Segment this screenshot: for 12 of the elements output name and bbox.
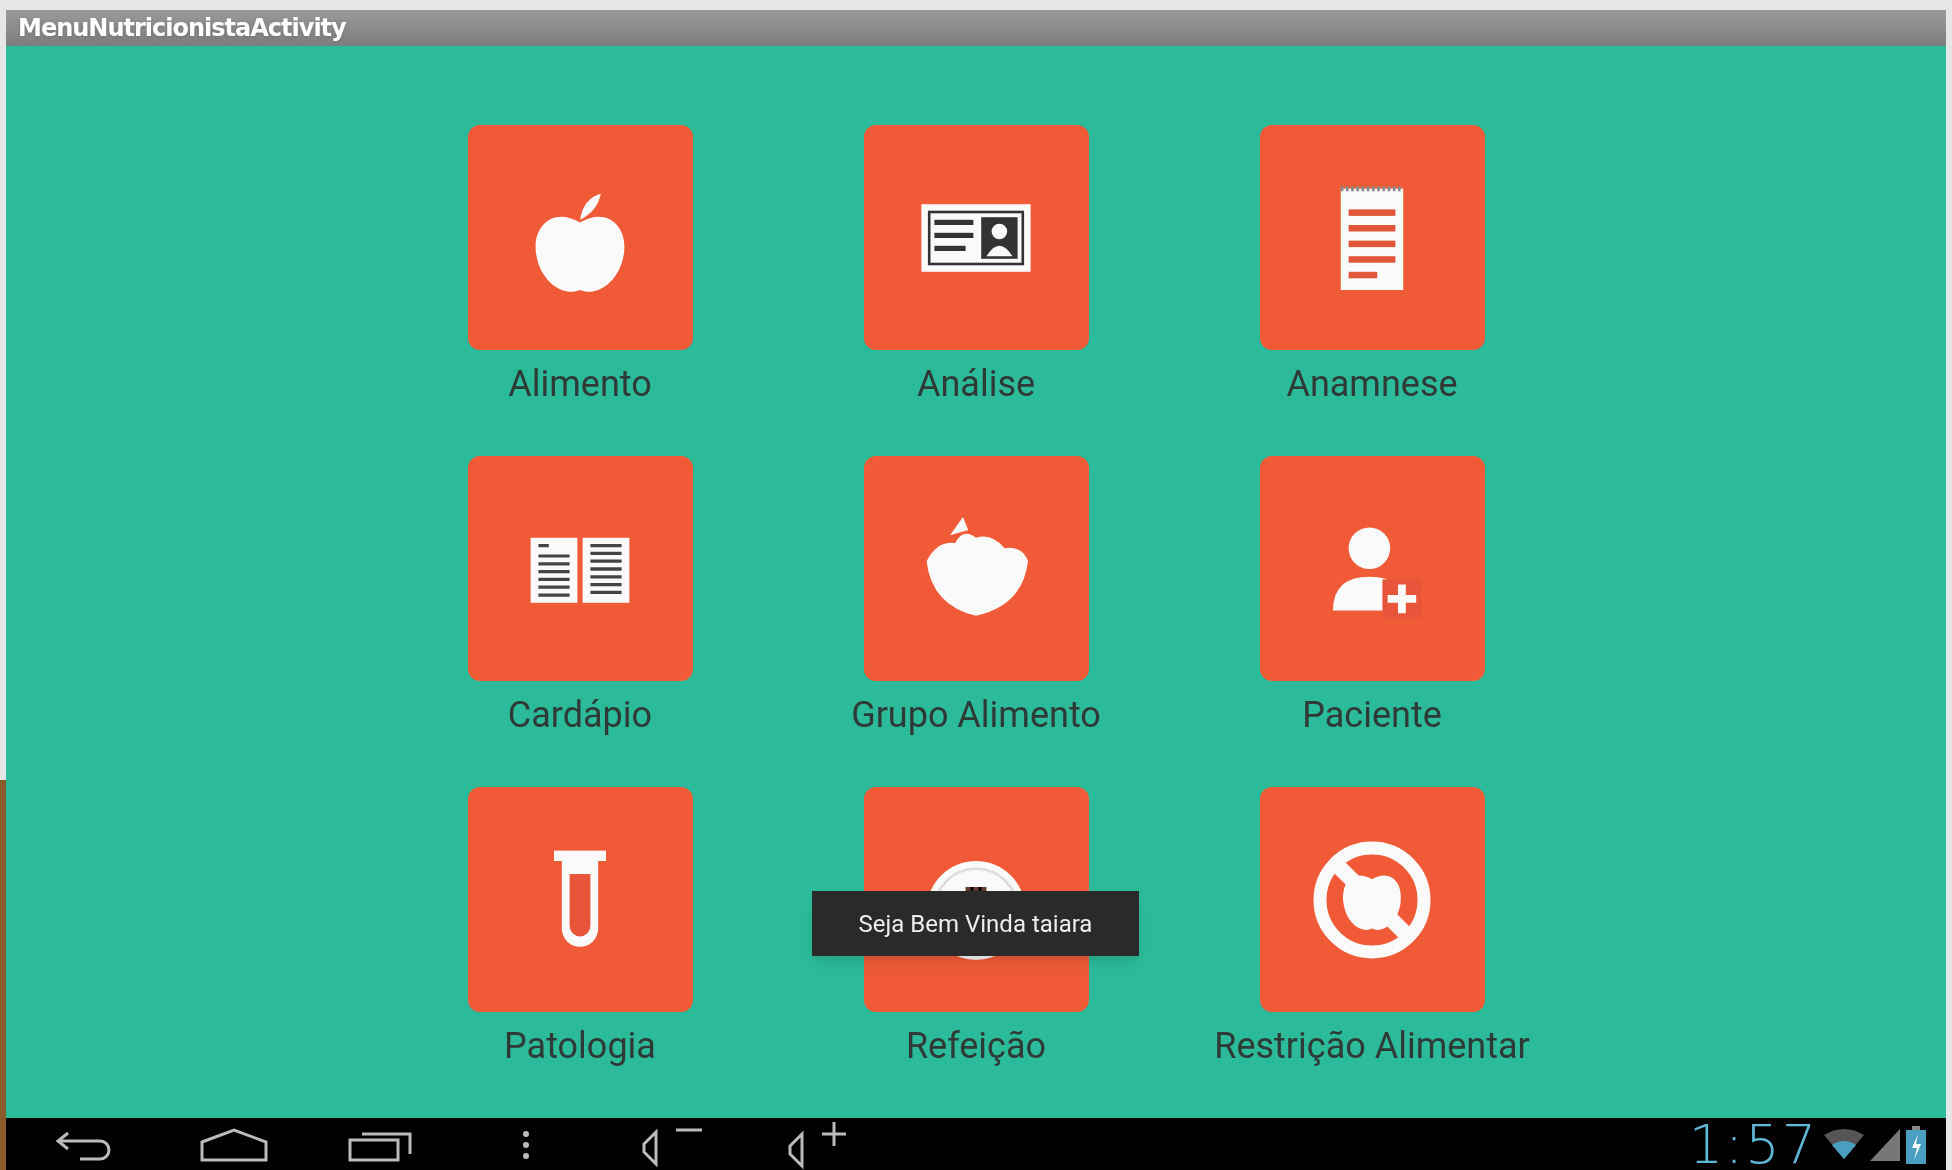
window-title: MenuNutricionistaActivity [18, 13, 346, 44]
tile-label: Alimento [508, 362, 652, 407]
tile-label: Cardápio [507, 693, 653, 738]
tile-label: Análise [916, 362, 1036, 407]
welcome-toast: Seja Bem Vinda taiara [812, 891, 1139, 956]
tile-label: Grupo Alimento [851, 693, 1101, 738]
tile-label: Refeição [905, 1024, 1047, 1069]
tile-label: Paciente [1302, 693, 1442, 738]
tile-label: Anamnese [1286, 362, 1458, 407]
clock: 1:57 [1688, 1118, 1818, 1170]
tile-label: Patologia [504, 1024, 656, 1069]
tile-label: Restrição Alimentar [1214, 1024, 1530, 1069]
